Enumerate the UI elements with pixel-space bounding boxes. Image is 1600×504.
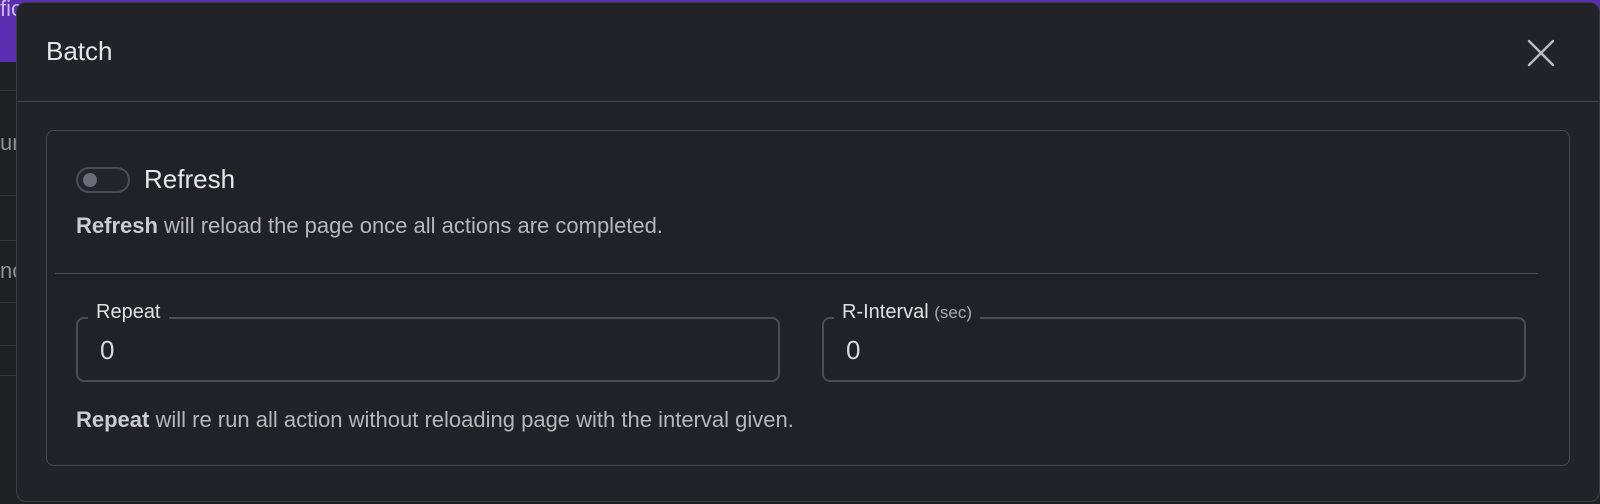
modal-title: Batch: [46, 36, 113, 66]
interval-label-text: R-Interval: [842, 301, 929, 323]
modal-header: Batch: [17, 3, 1599, 102]
refresh-description: Refresh will reload the page once all ac…: [76, 213, 663, 239]
batch-options-panel: Refresh Refresh will reload the page onc…: [46, 130, 1570, 466]
repeat-label-text: Repeat: [96, 301, 161, 323]
repeat-description-text: will re run all action without reloading…: [149, 407, 794, 432]
refresh-description-keyword: Refresh: [76, 213, 158, 238]
interval-unit: (sec): [934, 303, 973, 322]
refresh-toggle-label[interactable]: Refresh: [144, 164, 235, 195]
interval-field[interactable]: R-Interval (sec): [822, 301, 1526, 382]
repeat-description: Repeat will re run all action without re…: [76, 407, 794, 433]
refresh-toggle[interactable]: [76, 167, 130, 193]
toggle-knob: [83, 173, 97, 187]
close-button[interactable]: [1521, 33, 1561, 73]
repeat-input[interactable]: [98, 334, 762, 367]
interval-field-label: R-Interval (sec): [834, 301, 981, 324]
interval-input[interactable]: [844, 334, 1508, 367]
close-icon: [1527, 39, 1555, 67]
repeat-field-label: Repeat: [88, 301, 169, 324]
section-divider: [55, 273, 1538, 274]
refresh-description-text: will reload the page once all actions ar…: [157, 213, 663, 238]
batch-modal: Batch Refresh Refresh will reload the pa…: [16, 2, 1600, 502]
repeat-field[interactable]: Repeat: [76, 301, 780, 382]
repeat-description-keyword: Repeat: [76, 407, 150, 432]
